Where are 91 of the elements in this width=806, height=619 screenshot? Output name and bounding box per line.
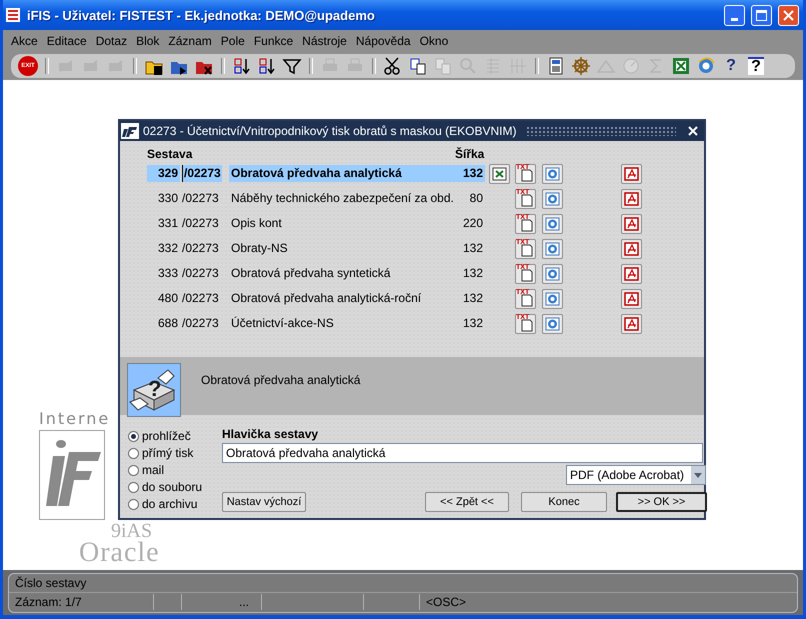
report-code[interactable]: /02273 (182, 315, 222, 332)
report-name[interactable]: Opis kont (229, 215, 455, 232)
report-description: Obratová předvaha analytická (201, 373, 360, 387)
browser-export-button[interactable] (542, 214, 563, 234)
report-width[interactable]: 80 (455, 190, 485, 207)
menu-item[interactable]: Blok (132, 34, 164, 48)
dialog-title: 02273 - Účetnictví/Vnitropodnikový tisk obratů s maskou (EKOBVNIM) (143, 124, 516, 138)
caret-icon (694, 472, 702, 478)
menu-item[interactable]: Akce (7, 34, 42, 48)
menu-item[interactable]: Dotaz (92, 34, 132, 48)
report-name[interactable]: Obratová předvaha analytická (229, 165, 455, 182)
report-number[interactable]: 688 (147, 315, 180, 332)
pdf-export-button[interactable] (621, 164, 642, 184)
record-counter: Záznam: 1/7 (9, 594, 154, 610)
report-number[interactable]: 330 (147, 190, 180, 207)
report-code[interactable]: /02273 (182, 290, 222, 307)
close-icon (783, 10, 794, 20)
report-number[interactable]: 333 (147, 265, 180, 282)
printer-help-icon: ? (127, 363, 181, 417)
field-label: Hlavička sestavy (222, 427, 320, 443)
browser-export-button[interactable] (542, 314, 563, 334)
report-number[interactable]: 332 (147, 240, 180, 257)
minimize-button[interactable] (724, 4, 745, 26)
pdf-export-button[interactable] (621, 188, 642, 208)
help-button[interactable]: ? (745, 55, 767, 77)
wheel-icon[interactable] (570, 55, 592, 77)
report-width[interactable]: 132 (455, 315, 485, 332)
report-code[interactable]: /02273 (182, 190, 222, 207)
pdf-export-button[interactable] (621, 314, 642, 334)
logo-text: Oracle (79, 540, 160, 566)
status-cell: ... (182, 594, 262, 610)
menu-item[interactable]: Záznam (164, 34, 216, 48)
header-input-field[interactable]: Obratová předvaha analytická (222, 443, 703, 463)
browser-export-button[interactable] (542, 188, 563, 208)
pdf-export-button[interactable] (621, 288, 642, 308)
report-number[interactable]: 480 (147, 290, 180, 307)
report-width[interactable]: 132 (455, 265, 485, 282)
dialog-button[interactable]: Konec (521, 492, 607, 512)
report-name[interactable]: Obraty-NS (229, 240, 455, 257)
browser-export-button[interactable] (542, 164, 563, 184)
output-radio[interactable]: přímý tisk (128, 445, 222, 461)
menu-item[interactable]: Funkce (250, 34, 298, 48)
report-number[interactable]: 329 (147, 165, 180, 182)
report-width[interactable]: 132 (455, 290, 485, 307)
output-radio[interactable]: prohlížeč (128, 428, 222, 444)
report-width[interactable]: 132 (455, 165, 485, 182)
close-button[interactable] (686, 124, 700, 138)
spreadsheet-export-button[interactable] (489, 164, 510, 184)
dialog-button[interactable]: << Zpět << (425, 492, 509, 512)
help-button[interactable]: ? (720, 55, 742, 77)
report-code[interactable]: /02273 (182, 265, 222, 282)
app-icon (5, 7, 21, 23)
browser-export-button[interactable] (542, 288, 563, 308)
pdf-export-button[interactable] (621, 264, 642, 284)
report-code[interactable]: /02273 (182, 215, 222, 232)
browser-export-button[interactable] (542, 238, 563, 258)
column-header: Sestava (147, 147, 194, 161)
spreadsheet-icon[interactable] (670, 55, 692, 77)
column-header: Šířka (455, 147, 484, 161)
window-title: iFIS - Uživatel: FISTEST - Ek.jednotka: DEMO@upademo (27, 8, 376, 22)
menu-item[interactable]: Okno (416, 34, 452, 48)
pdf-export-button[interactable] (621, 238, 642, 258)
format-dropdown[interactable]: PDF (Adobe Acrobat) (566, 465, 706, 485)
report-name[interactable]: Účetnictví-akce-NS (229, 315, 455, 332)
dialog-button[interactable]: >> OK >> (616, 492, 707, 512)
menu-item[interactable]: Nástroje (298, 34, 351, 48)
output-radio[interactable]: do souboru (128, 479, 222, 495)
pdf-export-button[interactable] (621, 214, 642, 234)
output-radio[interactable]: do archivu (128, 496, 222, 512)
browser-export-button[interactable] (542, 264, 563, 284)
report-name[interactable]: Obratová předvaha syntetická (229, 265, 455, 282)
menu-item[interactable]: Pole (216, 34, 249, 48)
output-radio[interactable]: mail (128, 462, 222, 478)
dialog-button[interactable]: Nastav výchozí (222, 492, 306, 512)
report-number[interactable]: 331 (147, 215, 180, 232)
report-code[interactable]: /02273 (182, 240, 222, 257)
minimize-icon (731, 18, 738, 20)
maximize-icon (756, 10, 767, 20)
drag-handle[interactable] (526, 126, 676, 136)
report-name[interactable]: Obratová předvaha analytická-roční (229, 290, 455, 307)
menu-item[interactable]: Editace (42, 34, 91, 48)
logo-text: Interne (39, 409, 110, 429)
maximize-button[interactable] (751, 4, 772, 26)
report-width[interactable]: 132 (455, 240, 485, 257)
status-message: Číslo sestavy (15, 576, 86, 590)
mode-indicator: <OSC> (425, 594, 466, 610)
report-name[interactable]: Náběhy technického zabezpečení za obd. (229, 190, 455, 207)
report-code[interactable]: /02273 (182, 165, 222, 182)
logo-text: 9iAS (111, 522, 152, 540)
menu-item[interactable]: Nápověda (352, 34, 415, 48)
report-width[interactable]: 220 (455, 215, 485, 232)
